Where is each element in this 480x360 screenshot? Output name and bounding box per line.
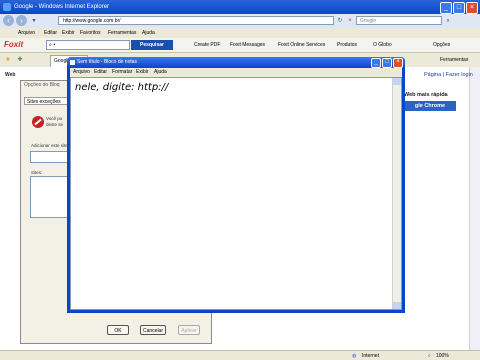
notepad-menu-formatar[interactable]: Formatar bbox=[112, 68, 132, 77]
chrome-ad-button[interactable]: gle Chrome bbox=[404, 101, 456, 111]
foxit-logo: Foxit bbox=[4, 40, 24, 49]
menu-ajuda[interactable]: Ajuda bbox=[142, 28, 155, 38]
foxit-search-button[interactable]: Pesquisar bbox=[131, 40, 173, 50]
add-site-label: Adicionar este site bbox=[31, 143, 68, 148]
produtos-button[interactable]: Produtos bbox=[337, 40, 357, 50]
sites-list[interactable] bbox=[30, 176, 70, 218]
back-icon[interactable]: ‹ bbox=[3, 15, 14, 26]
foxit-toolbar: Foxit ⌕ ▾ Pesquisar Create PDF Foxit Mes… bbox=[0, 38, 480, 53]
chevron-down-icon[interactable]: ▾ bbox=[30, 17, 38, 25]
stop-icon[interactable]: × bbox=[346, 17, 354, 25]
login-link[interactable]: Fazer login bbox=[446, 72, 473, 78]
foxit-online-button[interactable]: Foxit Online Services bbox=[278, 40, 325, 50]
address-row: ‹ › ▾ http://www.google.com.br/ ↻ × Goog… bbox=[0, 14, 480, 28]
globe-icon: ◍ bbox=[352, 353, 357, 359]
notepad-text-area[interactable]: nele, digite: http:// bbox=[70, 77, 402, 310]
notepad-menu-editar[interactable]: Editar bbox=[94, 68, 107, 77]
page-scrollbar[interactable] bbox=[469, 67, 480, 350]
refresh-icon[interactable]: ↻ bbox=[336, 17, 344, 25]
screen: Google - Windows Internet Explorer _ □ ×… bbox=[0, 0, 480, 360]
tools-button[interactable]: Ferramentas bbox=[440, 56, 468, 65]
close-icon[interactable]: × bbox=[466, 2, 478, 14]
ok-button[interactable]: OK bbox=[107, 325, 129, 335]
chrome-ad-title: Web mais rápida bbox=[404, 92, 448, 98]
notepad-icon bbox=[70, 60, 75, 65]
scroll-down-icon[interactable] bbox=[393, 302, 401, 309]
blocked-icon bbox=[32, 116, 44, 128]
notepad-text: nele, digite: http:// bbox=[75, 82, 169, 93]
notepad-minimize-icon[interactable]: _ bbox=[371, 58, 381, 68]
search-input[interactable]: Google bbox=[356, 16, 442, 25]
address-bar[interactable]: http://www.google.com.br/ bbox=[58, 16, 334, 25]
notepad-title: Sem título - Bloco de notas bbox=[77, 59, 138, 65]
minimize-icon[interactable]: _ bbox=[440, 2, 452, 14]
add-site-input[interactable] bbox=[30, 151, 70, 163]
right-links: Página | Fazer login bbox=[424, 72, 473, 78]
dialog-info-2: deste se bbox=[46, 122, 64, 127]
notepad-menu-arquivo[interactable]: Arquivo bbox=[73, 68, 90, 77]
notepad-scrollbar[interactable] bbox=[392, 78, 401, 309]
notepad-menu-exibir[interactable]: Exibir bbox=[136, 68, 149, 77]
notepad-close-icon[interactable]: × bbox=[393, 58, 403, 68]
menu-ferramentas[interactable]: Ferramentas bbox=[108, 28, 136, 38]
foxit-search-input[interactable]: ⌕ ▾ bbox=[46, 40, 130, 50]
cancel-button[interactable]: Cancelar bbox=[140, 325, 166, 335]
notepad-menu-bar: Arquivo Editar Formatar Exibir Ajuda bbox=[70, 68, 402, 77]
dialog-info-1: Você po bbox=[46, 116, 63, 121]
sites-label: Sites: bbox=[31, 170, 43, 175]
foxit-messages-button[interactable]: Foxit Messages bbox=[230, 40, 265, 50]
add-favorite-icon[interactable]: ✚ bbox=[16, 56, 24, 64]
apply-button[interactable]: Aplicar bbox=[178, 325, 200, 335]
dialog-header: Opções do Bloq bbox=[24, 82, 60, 88]
status-bar: ◍ Internet ⌕ 100% bbox=[0, 350, 480, 360]
maximize-icon[interactable]: □ bbox=[453, 2, 465, 14]
zone-label: Internet bbox=[362, 353, 379, 359]
ie-icon bbox=[3, 3, 11, 11]
notepad-window: Sem título - Bloco de notas _ □ × Arquiv… bbox=[67, 57, 405, 313]
dialog-info: Você po deste se bbox=[46, 116, 68, 128]
scroll-up-icon[interactable] bbox=[393, 78, 401, 85]
dialog-subtitle: Sites exceções bbox=[24, 97, 70, 105]
create-pdf-button[interactable]: Create PDF bbox=[194, 40, 220, 50]
menu-editar[interactable]: Editar bbox=[44, 28, 57, 38]
pagina-link[interactable]: Página bbox=[424, 72, 441, 78]
browser-title: Google - Windows Internet Explorer bbox=[14, 4, 110, 10]
menu-exibir[interactable]: Exibir bbox=[62, 28, 75, 38]
zoom-icon[interactable]: ⌕ bbox=[428, 351, 431, 360]
notepad-menu-ajuda[interactable]: Ajuda bbox=[154, 68, 167, 77]
options-button[interactable]: Opções bbox=[433, 40, 450, 50]
notepad-title-bar: Sem título - Bloco de notas _ □ × bbox=[67, 57, 405, 68]
notepad-maximize-icon[interactable]: □ bbox=[382, 58, 392, 68]
search-icon[interactable]: ⌕ bbox=[444, 17, 452, 25]
menu-bar: Arquivo Editar Exibir Favoritos Ferramen… bbox=[0, 28, 480, 38]
zoom-level[interactable]: 100% bbox=[436, 351, 449, 360]
favorites-star-icon[interactable]: ★ bbox=[4, 56, 12, 64]
web-label[interactable]: Web bbox=[5, 72, 15, 78]
o-globo-button[interactable]: O Globo bbox=[373, 40, 392, 50]
browser-title-bar: Google - Windows Internet Explorer _ □ × bbox=[0, 0, 480, 14]
menu-favoritos[interactable]: Favoritos bbox=[80, 28, 101, 38]
forward-icon[interactable]: › bbox=[16, 15, 27, 26]
menu-arquivo[interactable]: Arquivo bbox=[18, 28, 35, 38]
